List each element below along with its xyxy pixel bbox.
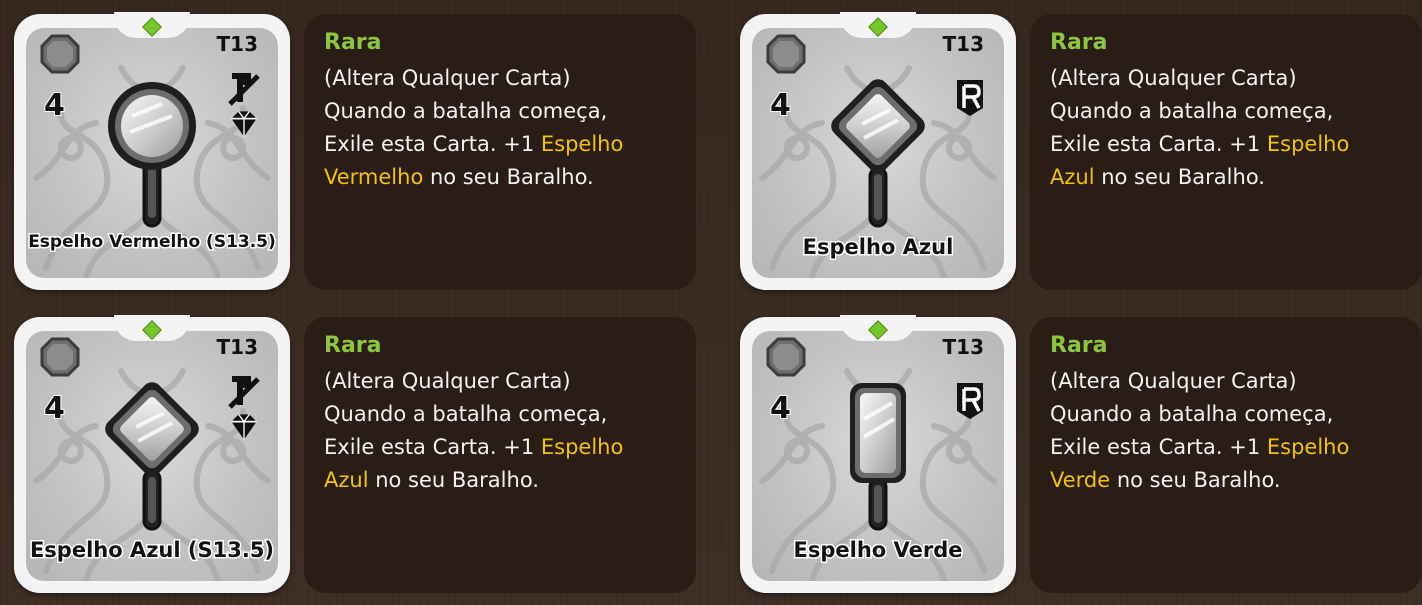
rarity-label: Rara (1050, 333, 1108, 358)
description-line: Exile esta Carta. +1 Espelho (324, 431, 684, 464)
red-mirror-round-icon (108, 82, 196, 228)
description-line: Exile esta Carta. +1 Espelho (1050, 431, 1410, 464)
description-line: (Altera Qualquer Carta) (324, 369, 571, 393)
description-text: (Altera Qualquer Carta) Quando a batalha… (324, 62, 684, 194)
r-badge-icon (955, 78, 985, 118)
green-mirror-rect-icon (850, 383, 906, 531)
description-line: Quando a batalha começa, (1050, 402, 1334, 426)
description-text: (Altera Qualquer Carta) Quando a batalha… (1050, 62, 1410, 194)
card[interactable]: 4 T13 Espelho Vermelho (S13.5) (14, 12, 290, 290)
description-line: Verde no seu Baralho. (1050, 464, 1410, 497)
description-panel: Rara (Altera Qualquer Carta) Quando a ba… (304, 317, 696, 593)
description-line: (Altera Qualquer Carta) (1050, 66, 1297, 90)
card-cost: 4 (43, 390, 66, 427)
rarity-label: Rara (324, 30, 382, 55)
card-entry-espelho-vermelho[interactable]: 4 T13 Espelho Vermelho (S13.5) Rara (Alt… (14, 12, 696, 290)
description-panel: Rara (Altera Qualquer Carta) Quando a ba… (304, 14, 696, 290)
card-link: Espelho (540, 435, 624, 459)
card-link: Vermelho (324, 165, 424, 189)
r-badge-icon (955, 381, 985, 421)
description-panel: Rara (Altera Qualquer Carta) Quando a ba… (1030, 14, 1422, 290)
card-tier: T13 (216, 32, 258, 56)
card[interactable]: 4 T13 Espelho Verde (740, 315, 1016, 593)
card-link: Espelho (1266, 132, 1350, 156)
card-cost: 4 (43, 87, 66, 124)
card-entry-espelho-verde[interactable]: 4 T13 Espelho Verde Rara (Altera Qualque… (740, 315, 1422, 593)
card-entry-espelho-azul[interactable]: 4 T13 Espelho Azul Rara (Altera Qualquer… (740, 12, 1422, 290)
card-cost: 4 (769, 390, 792, 427)
stone-icon (40, 337, 80, 377)
description-text-part: Exile esta Carta. +1 (1050, 435, 1267, 459)
description-line: (Altera Qualquer Carta) (324, 66, 571, 90)
card-link: Espelho (540, 132, 624, 156)
card-link: Azul (324, 468, 369, 492)
description-text: (Altera Qualquer Carta) Quando a batalha… (1050, 365, 1410, 497)
card-cost: 4 (769, 87, 792, 124)
description-text-part: no seu Baralho. (368, 468, 539, 492)
card-name: Espelho Azul (S13.5) (28, 537, 275, 564)
description-text-part: Exile esta Carta. +1 (324, 132, 541, 156)
blue-mirror-diamond-icon (105, 382, 199, 531)
card-name: Espelho Verde (792, 537, 964, 564)
card-name: Espelho Azul (801, 234, 955, 261)
card-link: Espelho (1266, 435, 1350, 459)
description-text-part: no seu Baralho. (423, 165, 594, 189)
description-line: (Altera Qualquer Carta) (1050, 369, 1297, 393)
description-text-part: Exile esta Carta. +1 (1050, 132, 1267, 156)
card[interactable]: 4 T13 Espelho Azul (740, 12, 1016, 290)
description-line: Azul no seu Baralho. (1050, 161, 1410, 194)
card-entry-espelho-azul-s13-5[interactable]: 4 T13 Espelho Azul (S13.5) Rara (Altera … (14, 315, 696, 593)
rarity-label: Rara (1050, 30, 1108, 55)
card-link: Verde (1050, 468, 1111, 492)
card-tier: T13 (216, 335, 258, 359)
diamond-icon (230, 413, 258, 441)
no-sword-icon (226, 72, 262, 106)
card[interactable]: 4 T13 Espelho Azul (S13.5) (14, 315, 290, 593)
description-panel: Rara (Altera Qualquer Carta) Quando a ba… (1030, 317, 1422, 593)
description-text: (Altera Qualquer Carta) Quando a batalha… (324, 365, 684, 497)
description-line: Quando a batalha começa, (324, 99, 608, 123)
rarity-label: Rara (324, 333, 382, 358)
diamond-icon (230, 110, 258, 138)
blue-mirror-diamond-icon (831, 79, 925, 228)
stone-icon (766, 34, 806, 74)
description-text-part: no seu Baralho. (1094, 165, 1265, 189)
card-link: Azul (1050, 165, 1095, 189)
no-sword-icon (226, 375, 262, 409)
description-line: Quando a batalha começa, (324, 402, 608, 426)
stone-icon (766, 337, 806, 377)
description-text-part: Exile esta Carta. +1 (324, 435, 541, 459)
description-line: Quando a batalha começa, (1050, 99, 1334, 123)
description-line: Exile esta Carta. +1 Espelho (324, 128, 684, 161)
description-text-part: no seu Baralho. (1110, 468, 1281, 492)
description-line: Azul no seu Baralho. (324, 464, 684, 497)
card-tier: T13 (942, 32, 984, 56)
description-line: Exile esta Carta. +1 Espelho (1050, 128, 1410, 161)
card-tier: T13 (942, 335, 984, 359)
stone-icon (40, 34, 80, 74)
description-line: Vermelho no seu Baralho. (324, 161, 684, 194)
card-name: Espelho Vermelho (S13.5) (27, 231, 278, 254)
